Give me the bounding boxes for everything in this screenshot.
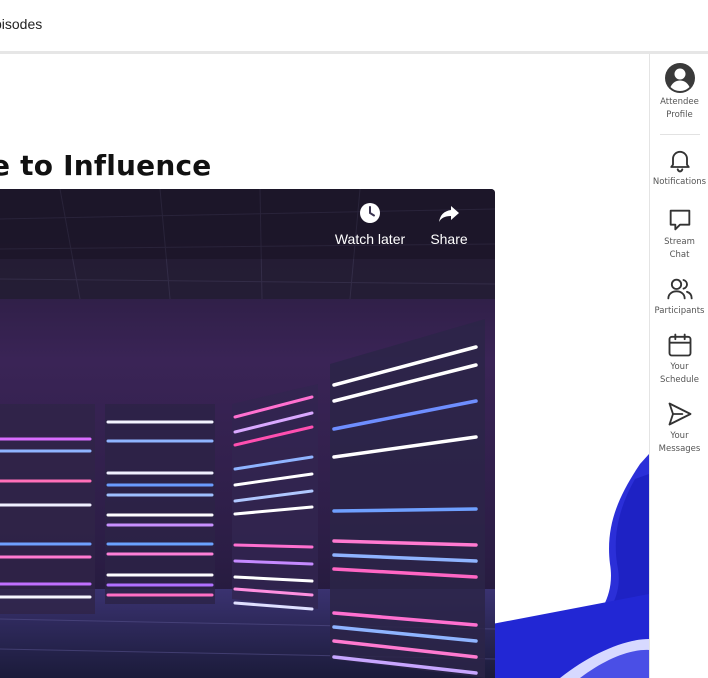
video-thumbnail — [0, 189, 495, 678]
users-icon — [666, 278, 693, 300]
share-arrow-icon — [439, 206, 459, 222]
watch-later-label: Watch later — [334, 231, 406, 247]
breadcrumb[interactable]: pisodes — [0, 16, 42, 32]
user-circle-icon — [664, 63, 695, 93]
main-content: e to Influence Watch later Share — [0, 54, 649, 678]
calendar-icon — [668, 333, 691, 357]
sidebar-item-label: Participants — [654, 306, 705, 316]
sidebar-item-attendee-profile[interactable]: Attendee Profile — [650, 62, 708, 122]
page-title: e to Influence — [0, 149, 212, 182]
sidebar-item-label: Attendee Profile — [660, 97, 699, 120]
share-button[interactable]: Share — [426, 201, 472, 247]
share-label: Share — [430, 231, 468, 247]
sidebar-divider — [660, 134, 700, 135]
bell-icon — [669, 150, 690, 173]
sidebar-item-label: Stream Chat — [664, 237, 695, 260]
right-sidebar: Attendee Profile Notifications Stream Ch… — [649, 54, 708, 678]
sidebar-item-your-schedule[interactable]: Your Schedule — [650, 331, 708, 387]
sidebar-item-stream-chat[interactable]: Stream Chat — [650, 206, 708, 262]
sidebar-item-label: Your Schedule — [659, 362, 700, 385]
video-player[interactable]: Watch later Share — [0, 189, 495, 678]
sidebar-item-your-messages[interactable]: Your Messages — [650, 400, 708, 456]
watch-later-button[interactable]: Watch later — [334, 201, 406, 247]
sidebar-item-notifications[interactable]: Notifications — [650, 146, 708, 189]
sidebar-item-label: Notifications — [652, 177, 707, 187]
send-icon — [668, 402, 691, 426]
sidebar-item-label: Your Messages — [658, 431, 701, 454]
chat-bubble-icon — [669, 209, 690, 231]
clock-icon — [360, 203, 380, 223]
sidebar-item-participants[interactable]: Participants — [650, 275, 708, 318]
top-header: pisodes — [0, 0, 708, 54]
